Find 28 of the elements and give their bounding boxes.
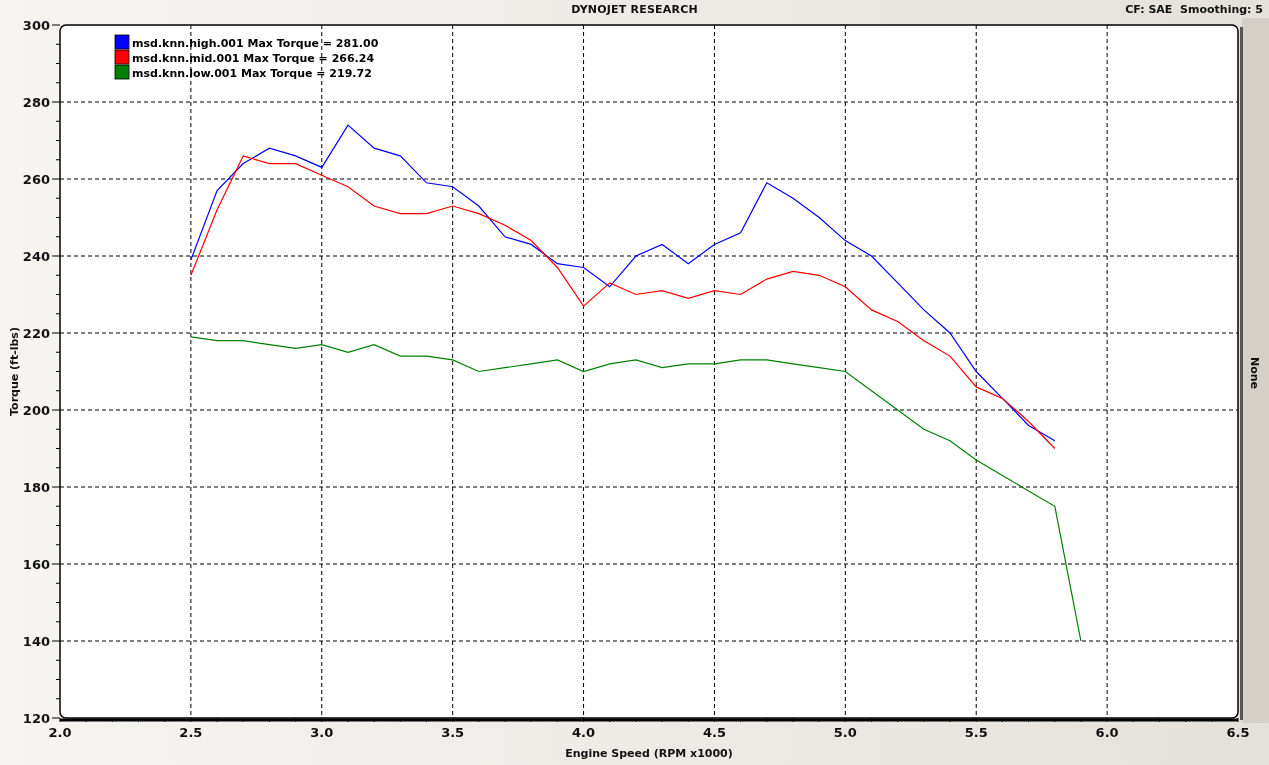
x-tick-label: 4.5 [702,725,726,740]
legend-label: msd.knn.mid.001 Max Torque = 266.24 [132,52,375,65]
y-tick-label: 300 [22,18,50,33]
settings-label: CF: SAE Smoothing: 5 [1125,2,1263,16]
x-tick-label: 5.5 [964,725,988,740]
y-tick-label: 120 [22,711,50,726]
x-tick-label: 6.5 [1226,725,1250,740]
y-tick-label: 180 [22,480,50,495]
legend-label: msd.knn.low.001 Max Torque = 219.72 [132,67,372,80]
y-tick-label: 200 [22,403,50,418]
x-tick-label: 3.0 [310,725,334,740]
y-tick-label: 240 [22,249,50,264]
x-tick-label: 5.0 [833,725,857,740]
x-tick-label: 3.5 [441,725,465,740]
y-axis-title: Torque (ft-lbs) [8,327,21,416]
side-label: None [1248,356,1261,390]
y-tick-label: 220 [22,326,50,341]
x-tick-label: 2.5 [179,725,203,740]
legend-label: msd.knn.high.001 Max Torque = 281.00 [132,37,379,50]
x-tick-label: 4.0 [572,725,596,740]
y-tick-label: 140 [22,634,50,649]
y-tick-label: 280 [22,95,50,110]
y-tick-label: 160 [22,557,50,572]
x-axis-title: Engine Speed (RPM x1000) [565,747,733,760]
x-tick-label: 2.0 [48,725,72,740]
y-tick-label: 260 [22,172,50,187]
chart-title: DYNOJET RESEARCH [571,2,698,16]
x-tick-label: 6.0 [1095,725,1119,740]
